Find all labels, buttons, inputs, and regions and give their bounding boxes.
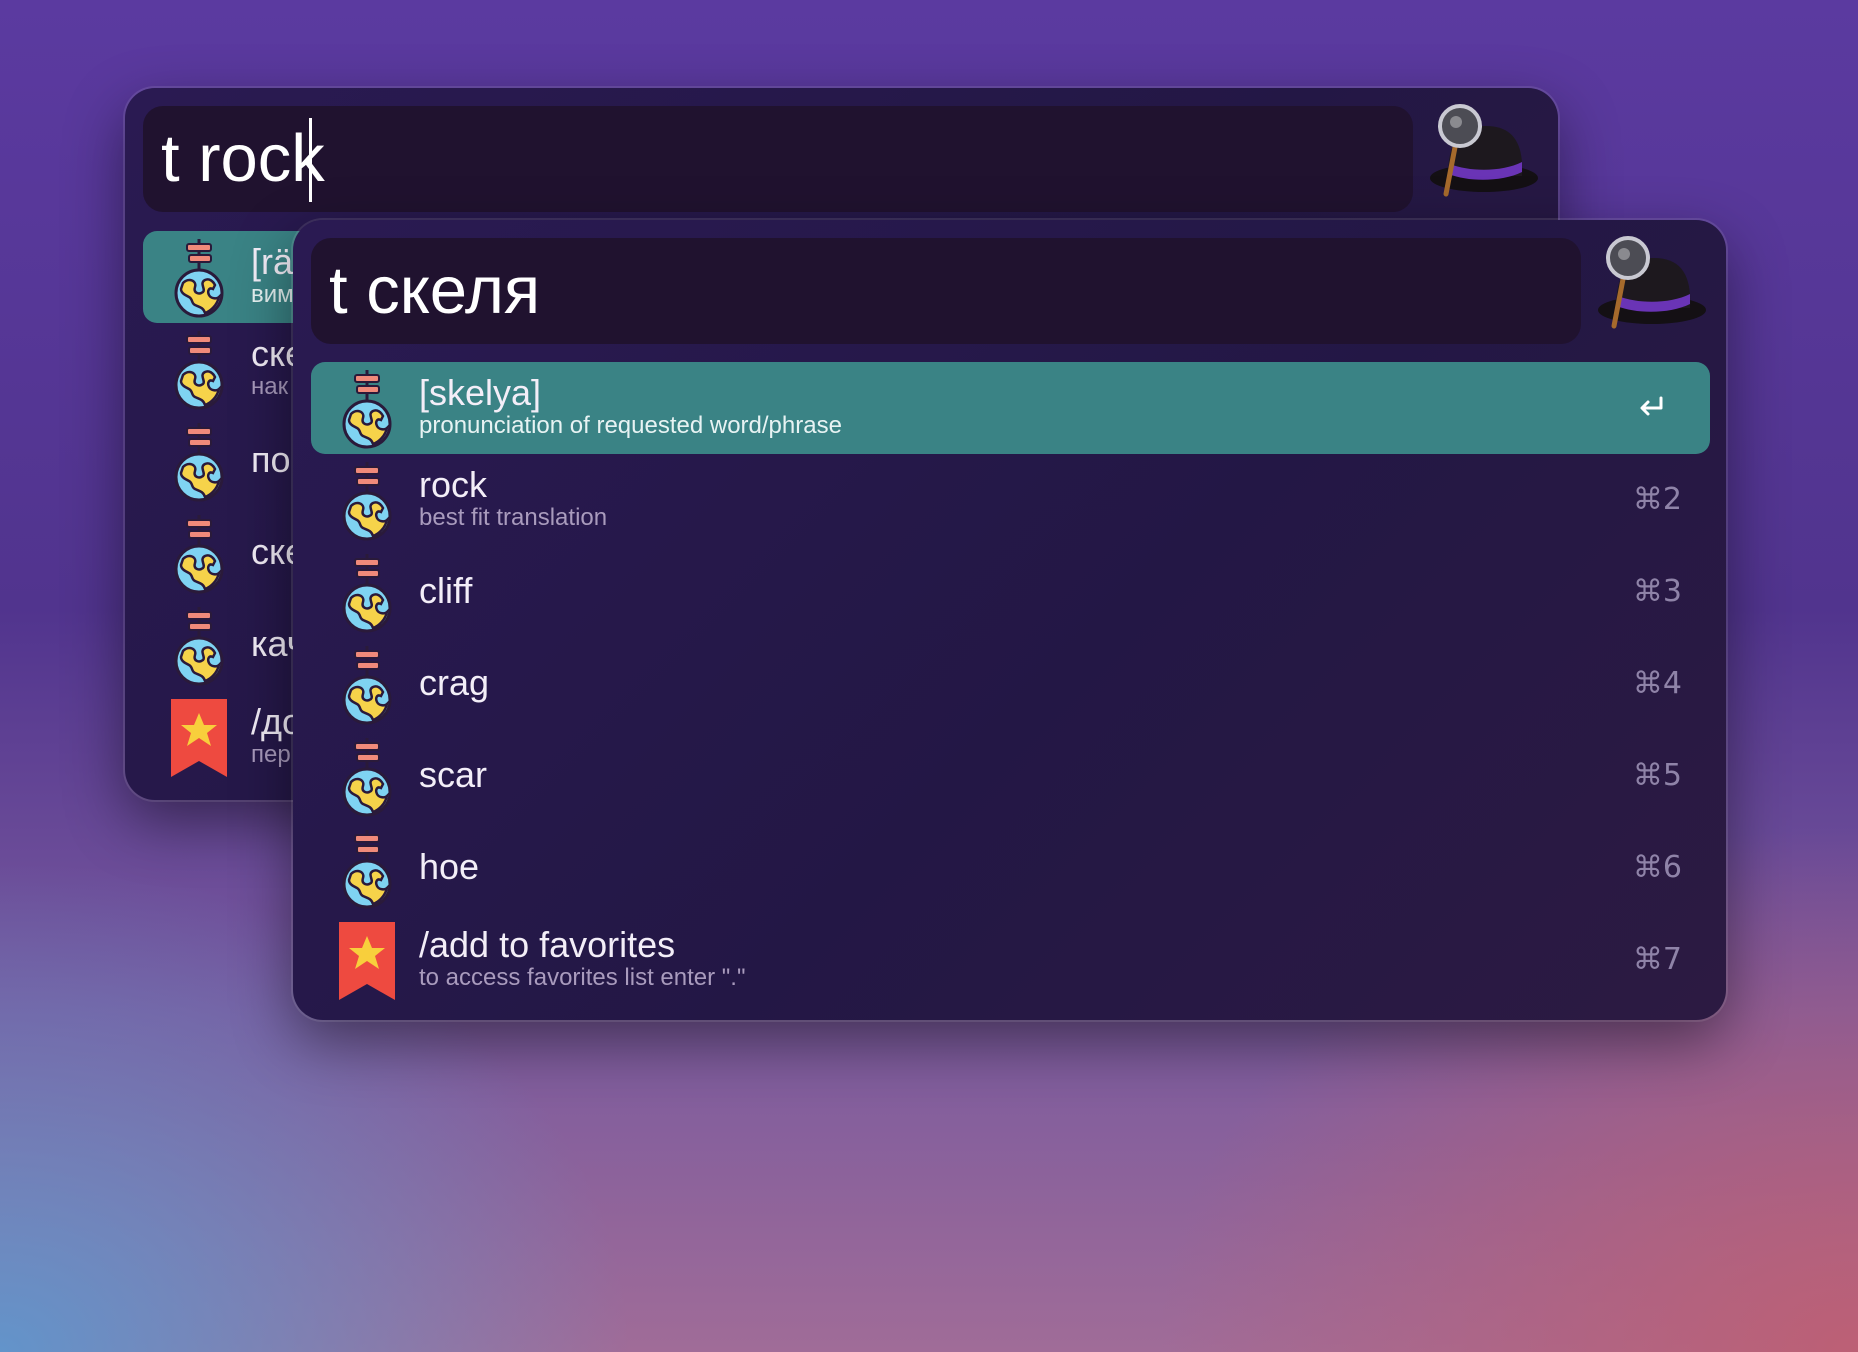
shortcut-label: ⌘6	[1632, 850, 1682, 885]
result-row[interactable]: cliff ⌘3	[311, 546, 1710, 638]
result-title: scar	[419, 754, 488, 795]
result-subtitle: to access favorites list enter "."	[419, 964, 746, 991]
search-bar[interactable]: t rock	[143, 106, 1413, 212]
globe-signpost-icon	[337, 736, 397, 818]
globe-signpost-icon	[169, 513, 229, 595]
result-title: по	[251, 439, 291, 480]
result-subtitle: нак	[251, 373, 289, 400]
text-cursor	[309, 118, 312, 202]
globe-signpost-icon	[337, 460, 397, 542]
bookmark-star-icon	[169, 697, 229, 779]
globe-signpost-icon	[337, 552, 397, 634]
result-row[interactable]: /add to favorites to access favorites li…	[311, 914, 1710, 1006]
return-key-icon	[1640, 396, 1663, 416]
result-row[interactable]: hoe ⌘6	[311, 822, 1710, 914]
shortcut-label: ⌘2	[1632, 482, 1682, 517]
globe-signpost-icon	[337, 644, 397, 726]
result-subtitle: pronunciation of requested word/phrase	[419, 412, 842, 439]
result-subtitle: best fit translation	[419, 504, 608, 531]
result-title: cliff	[419, 570, 473, 611]
alfred-hat-icon[interactable]	[1592, 230, 1708, 330]
shortcut-label: ⌘7	[1632, 942, 1682, 977]
search-input[interactable]: t скеля	[329, 246, 540, 336]
shortcut-label: ⌘5	[1632, 758, 1682, 793]
search-bar[interactable]: t скеля	[311, 238, 1581, 344]
result-title: [skelya]	[419, 372, 542, 413]
globe-signpost-icon	[169, 421, 229, 503]
alfred-hat-icon[interactable]	[1424, 98, 1540, 198]
globe-signpost-icon	[337, 368, 397, 450]
shortcut-label: ⌘4	[1632, 666, 1682, 701]
result-subtitle: вим	[251, 281, 294, 308]
search-input[interactable]: t rock	[161, 114, 325, 204]
result-title: crag	[419, 662, 490, 703]
globe-signpost-icon	[337, 828, 397, 910]
result-title: /add to favorites	[419, 924, 676, 965]
bookmark-star-icon	[337, 920, 397, 1002]
front-alfred-window: t скеля [skelya] pronunciation of reques…	[293, 220, 1726, 1020]
result-row[interactable]: scar ⌘5	[311, 730, 1710, 822]
result-row[interactable]: [skelya] pronunciation of requested word…	[311, 362, 1710, 454]
globe-signpost-icon	[169, 605, 229, 687]
result-subtitle: пер	[251, 741, 291, 768]
shortcut-label: ⌘3	[1632, 574, 1682, 609]
globe-signpost-icon	[169, 237, 229, 319]
result-row[interactable]: crag ⌘4	[311, 638, 1710, 730]
result-row[interactable]: rock best fit translation ⌘2	[311, 454, 1710, 546]
result-title: rock	[419, 464, 488, 505]
globe-signpost-icon	[169, 329, 229, 411]
result-title: [rä	[251, 241, 294, 282]
result-title: hoe	[419, 846, 480, 887]
